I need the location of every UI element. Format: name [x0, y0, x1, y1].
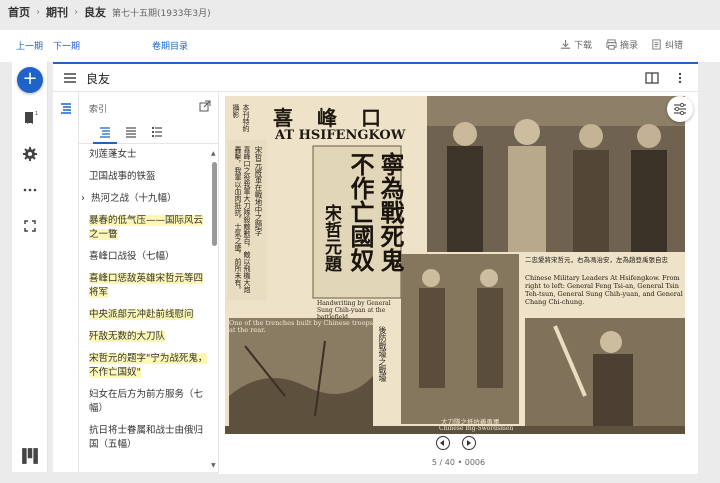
index-item[interactable]: 卫国战事的铁盔 [79, 170, 211, 184]
fullscreen-icon[interactable] [22, 218, 38, 234]
page-indicator: 5 / 40 • 0006 [431, 458, 486, 467]
print-icon [606, 39, 617, 50]
tree-view-icon[interactable] [99, 126, 111, 138]
caption-leaders-en: Chinese Military Leaders At Hsifengkow. … [525, 274, 683, 306]
prev-issue-link[interactable]: 上一期 [16, 39, 43, 52]
calligraphy-line-1: 寧為戰死鬼 [376, 152, 405, 272]
add-button[interactable]: + [17, 67, 43, 93]
breadcrumb-separator: › [74, 6, 78, 18]
prev-page-button[interactable] [436, 436, 450, 450]
index-scrollbar[interactable]: ▲ ▼ [211, 150, 217, 469]
index-label: 索引 [89, 105, 108, 115]
report-error-button[interactable]: 纠错 [651, 38, 683, 51]
caption-trench-cn: 後防戰壕之戰壕 [378, 326, 387, 382]
toc-icon[interactable] [59, 102, 73, 116]
active-tab-indicator [93, 142, 117, 144]
open-external-icon[interactable] [199, 100, 211, 112]
headline-cn: 喜峰口 [273, 106, 405, 130]
index-item[interactable]: 抗日将士眷属和战士由俄归国（五幅） [79, 424, 211, 452]
feedback-icon [652, 39, 661, 50]
next-page-button[interactable] [462, 436, 476, 450]
download-button[interactable]: 下载 [560, 38, 592, 51]
index-item[interactable]: › 热河之战（十九幅） [79, 192, 211, 206]
breadcrumb-journals[interactable]: 期刊 [46, 4, 68, 20]
svg-text:1: 1 [35, 111, 38, 117]
magazine-page: 喜峰口 AT HSIFENGKOW 本刊特約攝影 宋哲元將軍在戰地中之題字 喜峰… [225, 96, 685, 434]
issue-toolbar: 上一期 下一期 卷期目录 下载 摘录 纠错 [0, 30, 720, 62]
body-column-1: 宋哲元將軍在戰地中之題字 [254, 146, 263, 236]
two-page-view-icon[interactable] [645, 71, 659, 85]
sliders-icon [674, 102, 686, 116]
breadcrumb-home[interactable]: 首页 [8, 4, 30, 20]
caption-leaders-cn: 二忠愛將宋哲元，右為馮治安，左為趙登禹張自忠 [525, 256, 668, 264]
side-note: 本刊特約攝影 [232, 104, 250, 132]
chevron-right-icon[interactable]: › [81, 192, 85, 206]
body-column-2: 喜峰口之役我軍大刀隊殺敵數百，敵以飛機大炮轟擊，我軍以血肉抵抗，士氣之盛，前所未… [234, 146, 251, 293]
scroll-thumb[interactable] [212, 162, 217, 246]
caption-trench: One of the trenches built by Chinese tro… [229, 319, 373, 334]
index-item[interactable]: 喜峰口战役（七幅） [79, 250, 211, 264]
view-mode-tabs [79, 122, 219, 144]
page-settings-button[interactable] [667, 96, 693, 122]
calligraphy-line-2: 不作亡國奴 [346, 152, 375, 272]
left-rail: + 1 [12, 62, 48, 472]
index-item[interactable]: 歼敌无数的大刀队 [79, 330, 211, 344]
list-view-icon[interactable] [125, 126, 137, 138]
index-list: 刘莲蓬女士 卫国战事的铁盔 › 热河之战（十九幅） 暴春的低气压——国际风云之一瞥… [79, 148, 211, 472]
scroll-down-icon[interactable]: ▼ [211, 462, 216, 469]
index-panel: 索引 刘莲蓬女士 卫国战事的铁盔 › 热河之战（十九幅） 暴春的低气压——国际风云… [79, 92, 219, 474]
next-issue-link[interactable]: 下一期 [53, 39, 80, 52]
gear-icon[interactable] [22, 146, 38, 162]
caption-handwriting: Handwriting by General Sung Chih-yuan at… [317, 300, 391, 321]
app-logo-icon[interactable] [21, 447, 39, 465]
breadcrumb: 首页 › 期刊 › 良友 第七十五期(1933年3月) [8, 4, 211, 20]
caption-sword-en: Chinese Big-Swordsmen [439, 425, 514, 432]
page-area: 喜峰口 AT HSIFENGKOW 本刊特約攝影 宋哲元將軍在戰地中之題字 喜峰… [219, 92, 698, 474]
index-item[interactable]: 中央派部元冲赴前线慰问 [79, 308, 211, 322]
excerpt-label: 摘录 [620, 41, 639, 51]
breadcrumb-separator: › [36, 6, 40, 18]
index-item[interactable]: 暴春的低气压——国际风云之一瞥 [79, 214, 211, 242]
excerpt-button[interactable]: 摘录 [606, 38, 638, 51]
toc-toggle-strip [53, 92, 79, 474]
detail-view-icon[interactable] [151, 126, 163, 138]
more-vertical-icon[interactable] [673, 71, 687, 85]
scroll-up-icon[interactable]: ▲ [211, 150, 216, 157]
viewer-header: 良友 [53, 64, 698, 92]
headline-en: AT HSIFENGKOW [275, 128, 406, 143]
more-horizontal-icon[interactable] [22, 182, 38, 198]
index-item[interactable]: 宋哲元的题字"宁为战死鬼，不作亡国奴" [79, 352, 211, 380]
viewer-title: 良友 [86, 72, 111, 86]
calligraphy-signature: 宋哲元題 [321, 204, 341, 272]
breadcrumb-issue: 第七十五期(1933年3月) [112, 8, 211, 19]
index-item[interactable]: 刘莲蓬女士 [79, 148, 211, 162]
index-item[interactable]: 喜峰口惩敌英雄宋哲元等四将军 [79, 272, 211, 300]
index-item[interactable]: 妇女在后方为前方服务（七幅） [79, 388, 211, 416]
breadcrumb-journal[interactable]: 良友 [84, 4, 106, 20]
report-error-label: 纠错 [665, 41, 684, 51]
download-label: 下载 [574, 41, 593, 51]
download-icon [560, 39, 571, 49]
bookmark-icon[interactable]: 1 [22, 110, 38, 126]
issue-toc-link[interactable]: 卷期目录 [152, 39, 188, 52]
document-viewer: 良友 索引 刘莲蓬女士 卫国战事的铁盔 › 热河之战（十九幅） 暴春的低气压——国… [53, 62, 698, 474]
menu-icon[interactable] [63, 71, 77, 85]
